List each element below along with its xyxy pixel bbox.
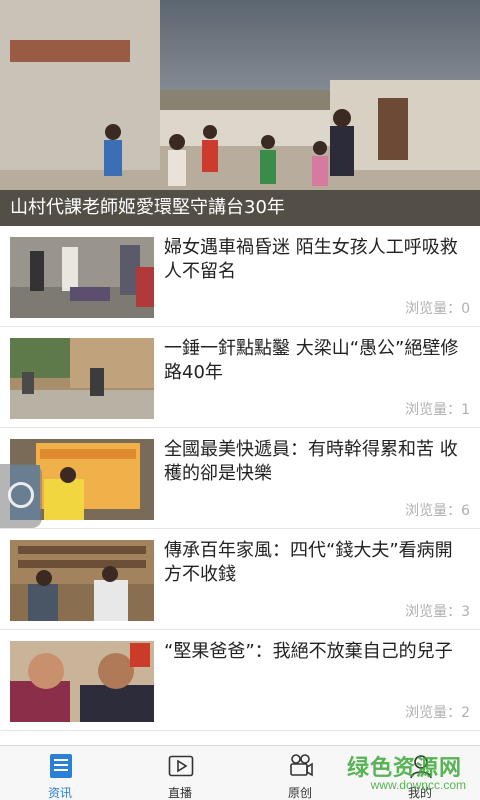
list-item[interactable]: “堅果爸爸”：我絕不放棄自己的兒子 浏览量：2	[0, 630, 480, 731]
watermark-url: www.downcc.com	[370, 778, 466, 792]
news-title: 傳承百年家風：四代“錢大夫”看病開方不收錢	[164, 540, 453, 585]
news-thumbnail	[10, 540, 154, 621]
tab-label: 直播	[167, 786, 192, 800]
video-camera-icon	[290, 754, 313, 777]
news-thumbnail	[10, 338, 154, 419]
floating-assistive-button[interactable]	[0, 464, 42, 528]
list-item[interactable]: 全國最美快遞員：有時幹得累和苦 收穫的卻是快樂 浏览量：6	[0, 428, 480, 529]
tab-label: 资讯	[47, 786, 72, 800]
news-thumbnail	[10, 641, 154, 722]
list-item[interactable]: 婦女遇車禍昏迷 陌生女孩人工呼吸救人不留名 浏览量：0	[0, 226, 480, 327]
news-title: 婦女遇車禍昏迷 陌生女孩人工呼吸救人不留名	[164, 237, 458, 282]
news-title: 一錘一釬點點鑿 大梁山“愚公”絕壁修路40年	[164, 338, 459, 383]
tab-news[interactable]: 资讯	[0, 746, 120, 800]
list-item[interactable]: 傳承百年家風：四代“錢大夫”看病開方不收錢 浏览量：3	[0, 529, 480, 630]
news-thumbnail	[10, 237, 154, 318]
news-title: “堅果爸爸”：我絕不放棄自己的兒子	[164, 641, 453, 662]
hero-banner[interactable]: 山村代課老師姬愛環堅守講台30年	[0, 0, 480, 226]
ring-icon	[8, 482, 34, 508]
view-count: 浏览量：2	[405, 705, 470, 721]
list-icon	[50, 754, 72, 778]
view-count: 浏览量：0	[405, 301, 470, 317]
news-list: 婦女遇車禍昏迷 陌生女孩人工呼吸救人不留名 浏览量：0 一錘一釬點點鑿 大梁山“…	[0, 226, 480, 731]
tab-live[interactable]: 直播	[120, 746, 240, 800]
view-count: 浏览量：3	[405, 604, 470, 620]
view-count: 浏览量：6	[405, 503, 470, 519]
watermark: 绿色资源网 www.downcc.com	[340, 748, 480, 798]
list-item[interactable]: 一錘一釬點點鑿 大梁山“愚公”絕壁修路40年 浏览量：1	[0, 327, 480, 428]
play-icon	[168, 755, 194, 777]
view-count: 浏览量：1	[405, 402, 470, 418]
hero-caption: 山村代課老師姬愛環堅守講台30年	[0, 190, 480, 226]
news-title: 全國最美快遞員：有時幹得累和苦 收穫的卻是快樂	[164, 439, 458, 484]
